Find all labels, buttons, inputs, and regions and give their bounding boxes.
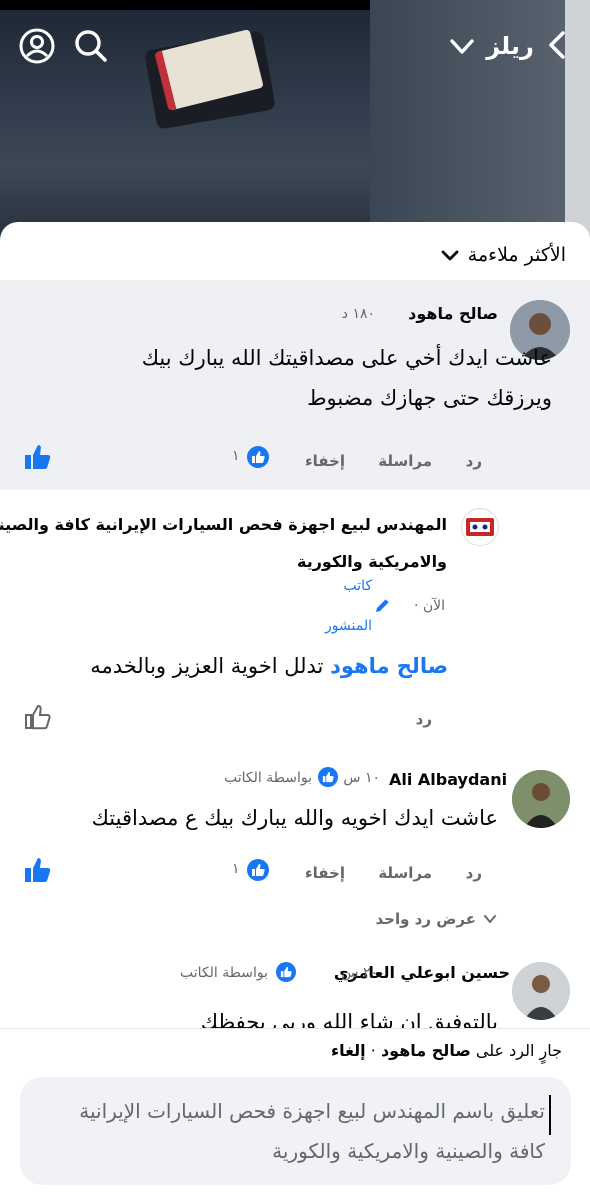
- comment-text-line: عاشت ايدك أخي على مصداقيتك الله يبارك بي…: [141, 346, 552, 370]
- replying-to-name: صالح ماهود: [380, 1041, 471, 1060]
- chevron-down-icon[interactable]: [446, 30, 478, 62]
- comment-text: عاشت ايدك أخي على مصداقيتك الله يبارك بي…: [72, 338, 552, 418]
- verified-author-icon: [318, 767, 338, 787]
- like-thumb-icon[interactable]: [24, 857, 52, 887]
- like-count: ١: [232, 861, 240, 877]
- author-badge-line2: المنشور: [325, 618, 372, 634]
- message-button[interactable]: مراسلة: [378, 864, 432, 882]
- reply-button[interactable]: رد: [466, 452, 482, 470]
- comment-time: ١٨٠ د: [341, 306, 375, 322]
- comment-input[interactable]: تعليق باسم المهندس لبيع اجهزة فحص السيار…: [20, 1077, 571, 1185]
- comment-text: صالح ماهود تدلل اخوية العزيز وبالخدمه: [90, 646, 448, 686]
- replying-to-prefix: جارٍ الرد على: [475, 1041, 562, 1060]
- sort-dropdown[interactable]: الأكثر ملاءمة: [440, 244, 566, 266]
- separator: ·: [370, 1041, 376, 1060]
- like-thumb-icon[interactable]: [24, 444, 52, 474]
- comment-author-line2[interactable]: والامريكية والكورية: [297, 552, 447, 571]
- view-replies-link[interactable]: عرض رد واحد: [376, 910, 498, 928]
- comment-input-placeholder: تعليق باسم المهندس لبيع اجهزة فحص السيار…: [45, 1091, 545, 1171]
- hide-button[interactable]: إخفاء: [305, 452, 345, 470]
- search-icon[interactable]: [72, 27, 110, 65]
- avatar[interactable]: [512, 770, 570, 828]
- sort-label: الأكثر ملاءمة: [467, 244, 566, 266]
- comment-author[interactable]: Ali Albaydani: [389, 770, 507, 789]
- comment-time: الآن ·: [413, 598, 445, 614]
- replying-to-banner: جارٍ الرد على صالح ماهود · إلغاء: [331, 1041, 562, 1060]
- text-cursor: [549, 1095, 551, 1135]
- comment-text: عاشت ايدك اخويه والله يبارك بيك ع مصداقي…: [91, 806, 498, 830]
- chevron-down-icon: [441, 250, 459, 261]
- by-author-label: بواسطة الكاتب: [180, 965, 268, 981]
- placeholder-line: كافة والصينية والامريكية والكورية: [272, 1139, 545, 1163]
- comment-text-line: ويرزقك حتى جهازك مضبوط: [307, 386, 552, 410]
- message-button[interactable]: مراسلة: [378, 452, 432, 470]
- back-chevron-icon[interactable]: [542, 29, 572, 61]
- placeholder-line: تعليق باسم المهندس لبيع اجهزة فحص السيار…: [79, 1099, 545, 1123]
- view-replies-label: عرض رد واحد: [375, 910, 476, 928]
- comment-time: ١٠ س: [343, 770, 380, 786]
- hide-button[interactable]: إخفاء: [305, 864, 345, 882]
- author-badge: كاتب: [343, 578, 372, 594]
- avatar[interactable]: [512, 962, 570, 1020]
- reply-button[interactable]: رد: [416, 710, 432, 728]
- like-count: ١: [232, 448, 240, 464]
- reply-button[interactable]: رد: [466, 864, 482, 882]
- mention-link[interactable]: صالح ماهود: [330, 654, 448, 678]
- avatar[interactable]: [461, 508, 499, 546]
- verified-author-icon: [276, 962, 296, 982]
- comment-text-body: تدلل اخوية العزيز وبالخدمه: [90, 654, 324, 678]
- comment-time: ٢٠ س: [341, 965, 378, 981]
- profile-icon[interactable]: [18, 27, 56, 65]
- pencil-icon: [373, 595, 393, 619]
- reply-composer: جارٍ الرد على صالح ماهود · إلغاء تعليق ب…: [0, 1028, 590, 1196]
- like-reaction-icon: [247, 859, 269, 881]
- cancel-reply-button[interactable]: إلغاء: [331, 1041, 366, 1060]
- chevron-down-icon: [484, 915, 496, 924]
- like-reaction-icon: [247, 446, 269, 468]
- like-outline-icon[interactable]: [24, 704, 52, 734]
- reels-title[interactable]: ريلز: [480, 26, 540, 66]
- comment-author[interactable]: صالح ماهود: [408, 304, 498, 323]
- by-author-label: بواسطة الكاتب: [224, 770, 312, 786]
- comment-author[interactable]: المهندس لبيع اجهزة فحص السيارات الإيراني…: [0, 515, 447, 534]
